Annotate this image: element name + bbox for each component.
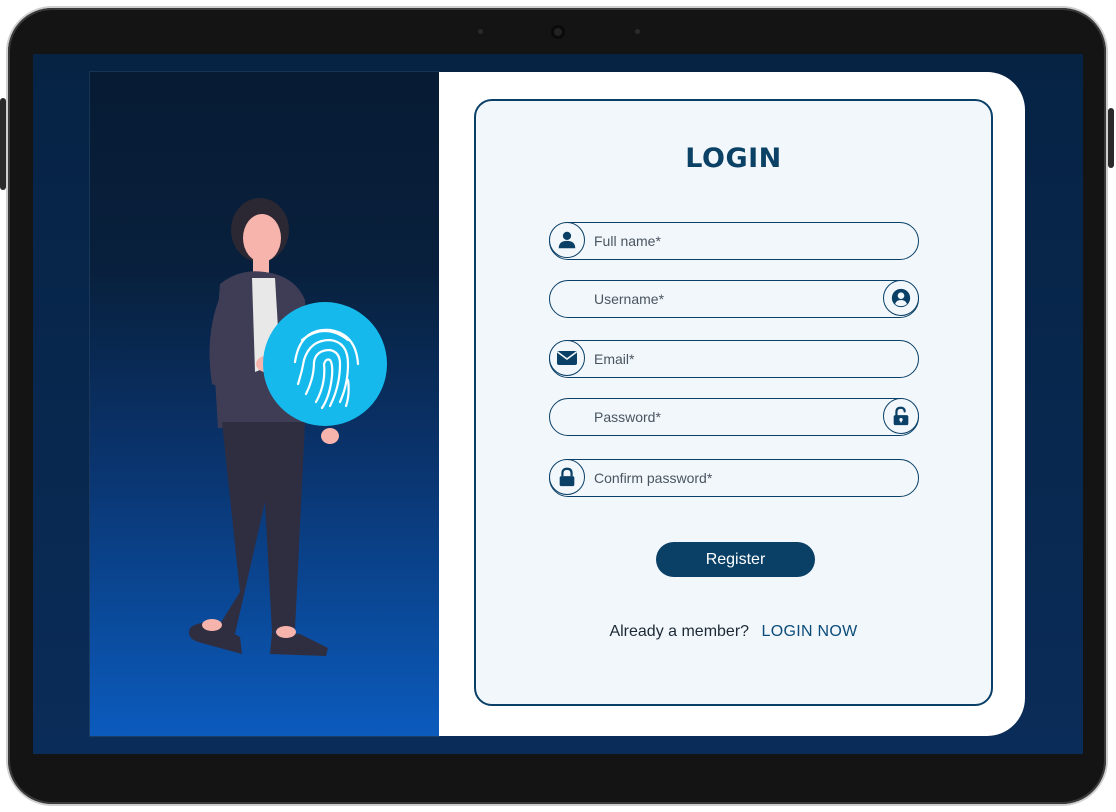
already-member-text: Already a member? xyxy=(609,623,750,640)
sensor-dot xyxy=(478,29,483,34)
email-field[interactable]: Email* xyxy=(549,340,919,378)
screen: LOGIN Full name* Username* Email* Passwo… xyxy=(33,54,1083,754)
email-placeholder: Email* xyxy=(594,351,635,367)
full-name-placeholder: Full name* xyxy=(594,233,661,249)
login-card: LOGIN Full name* Username* Email* Passwo… xyxy=(474,99,993,706)
lock-icon xyxy=(549,459,585,495)
sensor-dot xyxy=(635,29,640,34)
password-field[interactable]: Password* xyxy=(549,398,919,436)
illustration-panel xyxy=(90,72,439,736)
person-with-fingerprint-illustration xyxy=(189,198,387,656)
login-now-link[interactable]: LOGIN NOW xyxy=(762,623,858,640)
front-camera-icon xyxy=(551,25,565,39)
volume-button xyxy=(0,98,6,190)
user-circle-icon xyxy=(883,280,919,316)
username-field[interactable]: Username* xyxy=(549,280,919,318)
confirm-password-placeholder: Confirm password* xyxy=(594,470,713,486)
member-row: Already a member? LOGIN NOW xyxy=(476,623,991,641)
user-icon xyxy=(549,222,585,258)
unlock-icon xyxy=(883,398,919,434)
form-title: LOGIN xyxy=(685,143,782,174)
power-button xyxy=(1108,108,1114,168)
confirm-password-field[interactable]: Confirm password* xyxy=(549,459,919,497)
register-button[interactable]: Register xyxy=(656,542,815,577)
username-placeholder: Username* xyxy=(594,291,665,307)
form-panel: LOGIN Full name* Username* Email* Passwo… xyxy=(439,72,1025,736)
password-placeholder: Password* xyxy=(594,409,661,425)
full-name-field[interactable]: Full name* xyxy=(549,222,919,260)
envelope-icon xyxy=(549,340,585,376)
